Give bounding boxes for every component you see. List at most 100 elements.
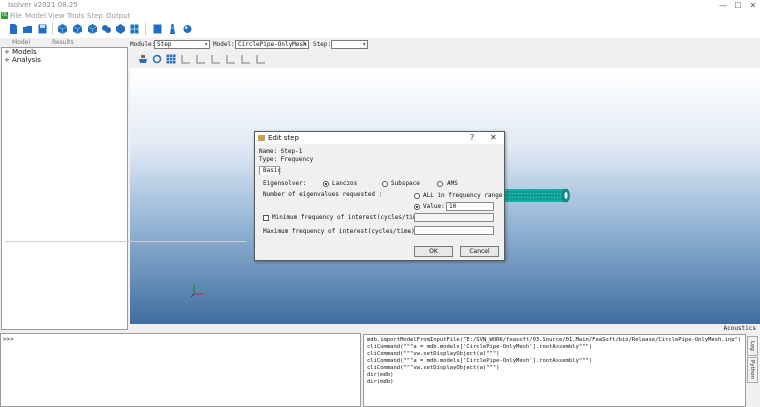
step-label: Step:	[313, 41, 332, 48]
tree-item-label: Analysis	[12, 56, 41, 64]
title-bar: Isolver v2021 08.25	[0, 0, 760, 12]
history-line: cliCommand("""vw.setDisplayObject(a)""")	[367, 365, 500, 371]
view-front-icon[interactable]	[181, 54, 191, 64]
history-line: dir(mdb)	[367, 379, 394, 385]
tree-item-label: Models	[12, 48, 37, 56]
render-sphere-icon[interactable]	[183, 24, 192, 34]
command-history-panel[interactable]: mdb.importModelFromInputFile("E:/SVN_WOR…	[363, 334, 746, 407]
history-line: cliCommand("""a = mdb.models['CirclePipe…	[367, 358, 593, 364]
dialog-close-button[interactable]: ✕	[490, 133, 497, 143]
cancel-button[interactable]: Cancel	[460, 246, 499, 257]
ok-button[interactable]: OK	[414, 246, 453, 257]
menu-output[interactable]: Output	[106, 12, 130, 21]
view-bottom-icon[interactable]	[226, 54, 236, 64]
model-select-value: CirclePipe-OnlyMesh	[238, 41, 307, 48]
radio-all-in-range[interactable]	[414, 193, 420, 199]
dialog-app-icon	[258, 135, 265, 141]
step-select[interactable]: ▾	[331, 40, 368, 49]
history-line: dir(mdb)	[367, 372, 394, 378]
menu-view[interactable]: View	[48, 12, 65, 21]
expand-icon[interactable]: +	[4, 48, 12, 56]
pipe-mesh-model[interactable]	[505, 188, 570, 203]
radio-value-label: Value:	[423, 203, 445, 210]
dialog-title: Edit step	[268, 134, 299, 142]
radio-ams-label: AMS	[447, 180, 458, 187]
dialog-divider	[5, 241, 246, 242]
rotate-view-icon[interactable]	[152, 54, 162, 64]
toolbar-separator	[52, 23, 53, 35]
dialog-title-bar: Edit step ? ✕	[255, 132, 504, 144]
maximize-button[interactable]: ☐	[731, 0, 745, 12]
menu-tools[interactable]: Tools	[67, 12, 84, 21]
python-console[interactable]: >>>	[0, 333, 361, 407]
interaction-icon[interactable]	[102, 24, 111, 34]
chevron-down-icon: ▾	[362, 41, 366, 48]
step-name-line: Name: Step-1	[259, 148, 303, 155]
part-cube-icon[interactable]	[58, 24, 67, 34]
min-frequency-input[interactable]	[414, 213, 494, 222]
tab-basic-label: Basic	[263, 167, 282, 174]
new-file-icon[interactable]	[9, 24, 18, 34]
menu-step[interactable]: Step	[87, 12, 103, 21]
min-frequency-label: Minimum frequency of interest(cycles/tim…	[272, 214, 428, 221]
module-label: Module:	[130, 41, 156, 48]
toolbar-separator	[145, 23, 146, 35]
view-right-icon[interactable]	[256, 54, 266, 64]
tab-log[interactable]: Log	[747, 336, 758, 356]
radio-all-in-range-label: ALL in frequency range	[423, 192, 503, 199]
axis-triad-icon	[190, 284, 203, 298]
close-window-button[interactable]: ✕	[746, 0, 760, 12]
view-left-icon[interactable]	[241, 54, 251, 64]
tab-python[interactable]: Python	[747, 357, 758, 383]
model-tree-panel	[1, 47, 128, 330]
material-cube-icon[interactable]	[73, 24, 82, 34]
menu-model[interactable]: Model	[25, 12, 46, 21]
view-back-icon[interactable]	[196, 54, 206, 64]
tree-item-analysis[interactable]: + Analysis	[4, 56, 41, 64]
window-title: Isolver v2021 08.25	[8, 1, 78, 9]
model-label: Model:	[213, 41, 235, 48]
chevron-down-icon: ▾	[204, 41, 208, 48]
history-line: cliCommand("""vw.setDisplayObject(a)""")	[367, 351, 500, 357]
radio-subspace[interactable]	[382, 181, 388, 187]
expand-icon[interactable]: +	[4, 56, 12, 64]
eigensolver-label: Eigensolver:	[263, 180, 307, 187]
load-icon[interactable]	[116, 24, 125, 34]
assembly-cube-icon[interactable]	[88, 24, 97, 34]
step-type-line: Type: Frequency	[259, 156, 314, 163]
view-top-icon[interactable]	[211, 54, 221, 64]
radio-ams[interactable]	[437, 181, 443, 187]
history-line: mdb.importModelFromInputFile("E:/SVN_WOR…	[367, 337, 742, 343]
tab-model[interactable]: Model	[12, 38, 30, 47]
module-select-value: Step	[157, 41, 172, 48]
max-frequency-input[interactable]	[414, 226, 494, 235]
minimize-button[interactable]: —	[716, 0, 730, 12]
visualization-icon[interactable]	[168, 24, 177, 34]
app-logo-icon: IS	[1, 12, 8, 19]
open-folder-icon[interactable]	[23, 24, 32, 34]
chevron-down-icon: ▾	[303, 41, 307, 48]
menu-file[interactable]: File	[10, 12, 22, 21]
radio-lanczos[interactable]	[323, 181, 329, 187]
main-toolbar	[0, 21, 760, 38]
save-icon[interactable]	[38, 24, 47, 34]
radio-subspace-label: Subspace	[391, 180, 420, 187]
console-prompt: >>>	[3, 336, 14, 343]
viewport-toolbar	[130, 50, 760, 67]
mesh-module-icon[interactable]	[130, 24, 139, 34]
radio-value[interactable]	[414, 204, 420, 210]
help-button[interactable]: ?	[470, 133, 474, 143]
step-manager-icon[interactable]	[138, 54, 148, 64]
min-frequency-checkbox[interactable]	[263, 215, 269, 221]
module-select[interactable]: Step ▾	[154, 40, 210, 49]
eigenvalue-count-input[interactable]: 10	[446, 202, 494, 211]
job-icon[interactable]	[153, 24, 162, 34]
mesh-grid-icon[interactable]	[166, 54, 176, 64]
tree-item-models[interactable]: + Models	[4, 48, 37, 56]
model-select[interactable]: CirclePipe-OnlyMesh ▾	[235, 40, 309, 49]
eigenvalue-count-label: Number of eigenvalues requested :	[263, 191, 383, 198]
tab-results[interactable]: Results	[52, 38, 74, 47]
history-line: cliCommand("""a = mdb.models['CirclePipe…	[367, 344, 593, 350]
radio-lanczos-label: Lanczos	[332, 180, 358, 187]
max-frequency-label: Maximum frequency of interest(cycles/tim…	[263, 228, 419, 235]
